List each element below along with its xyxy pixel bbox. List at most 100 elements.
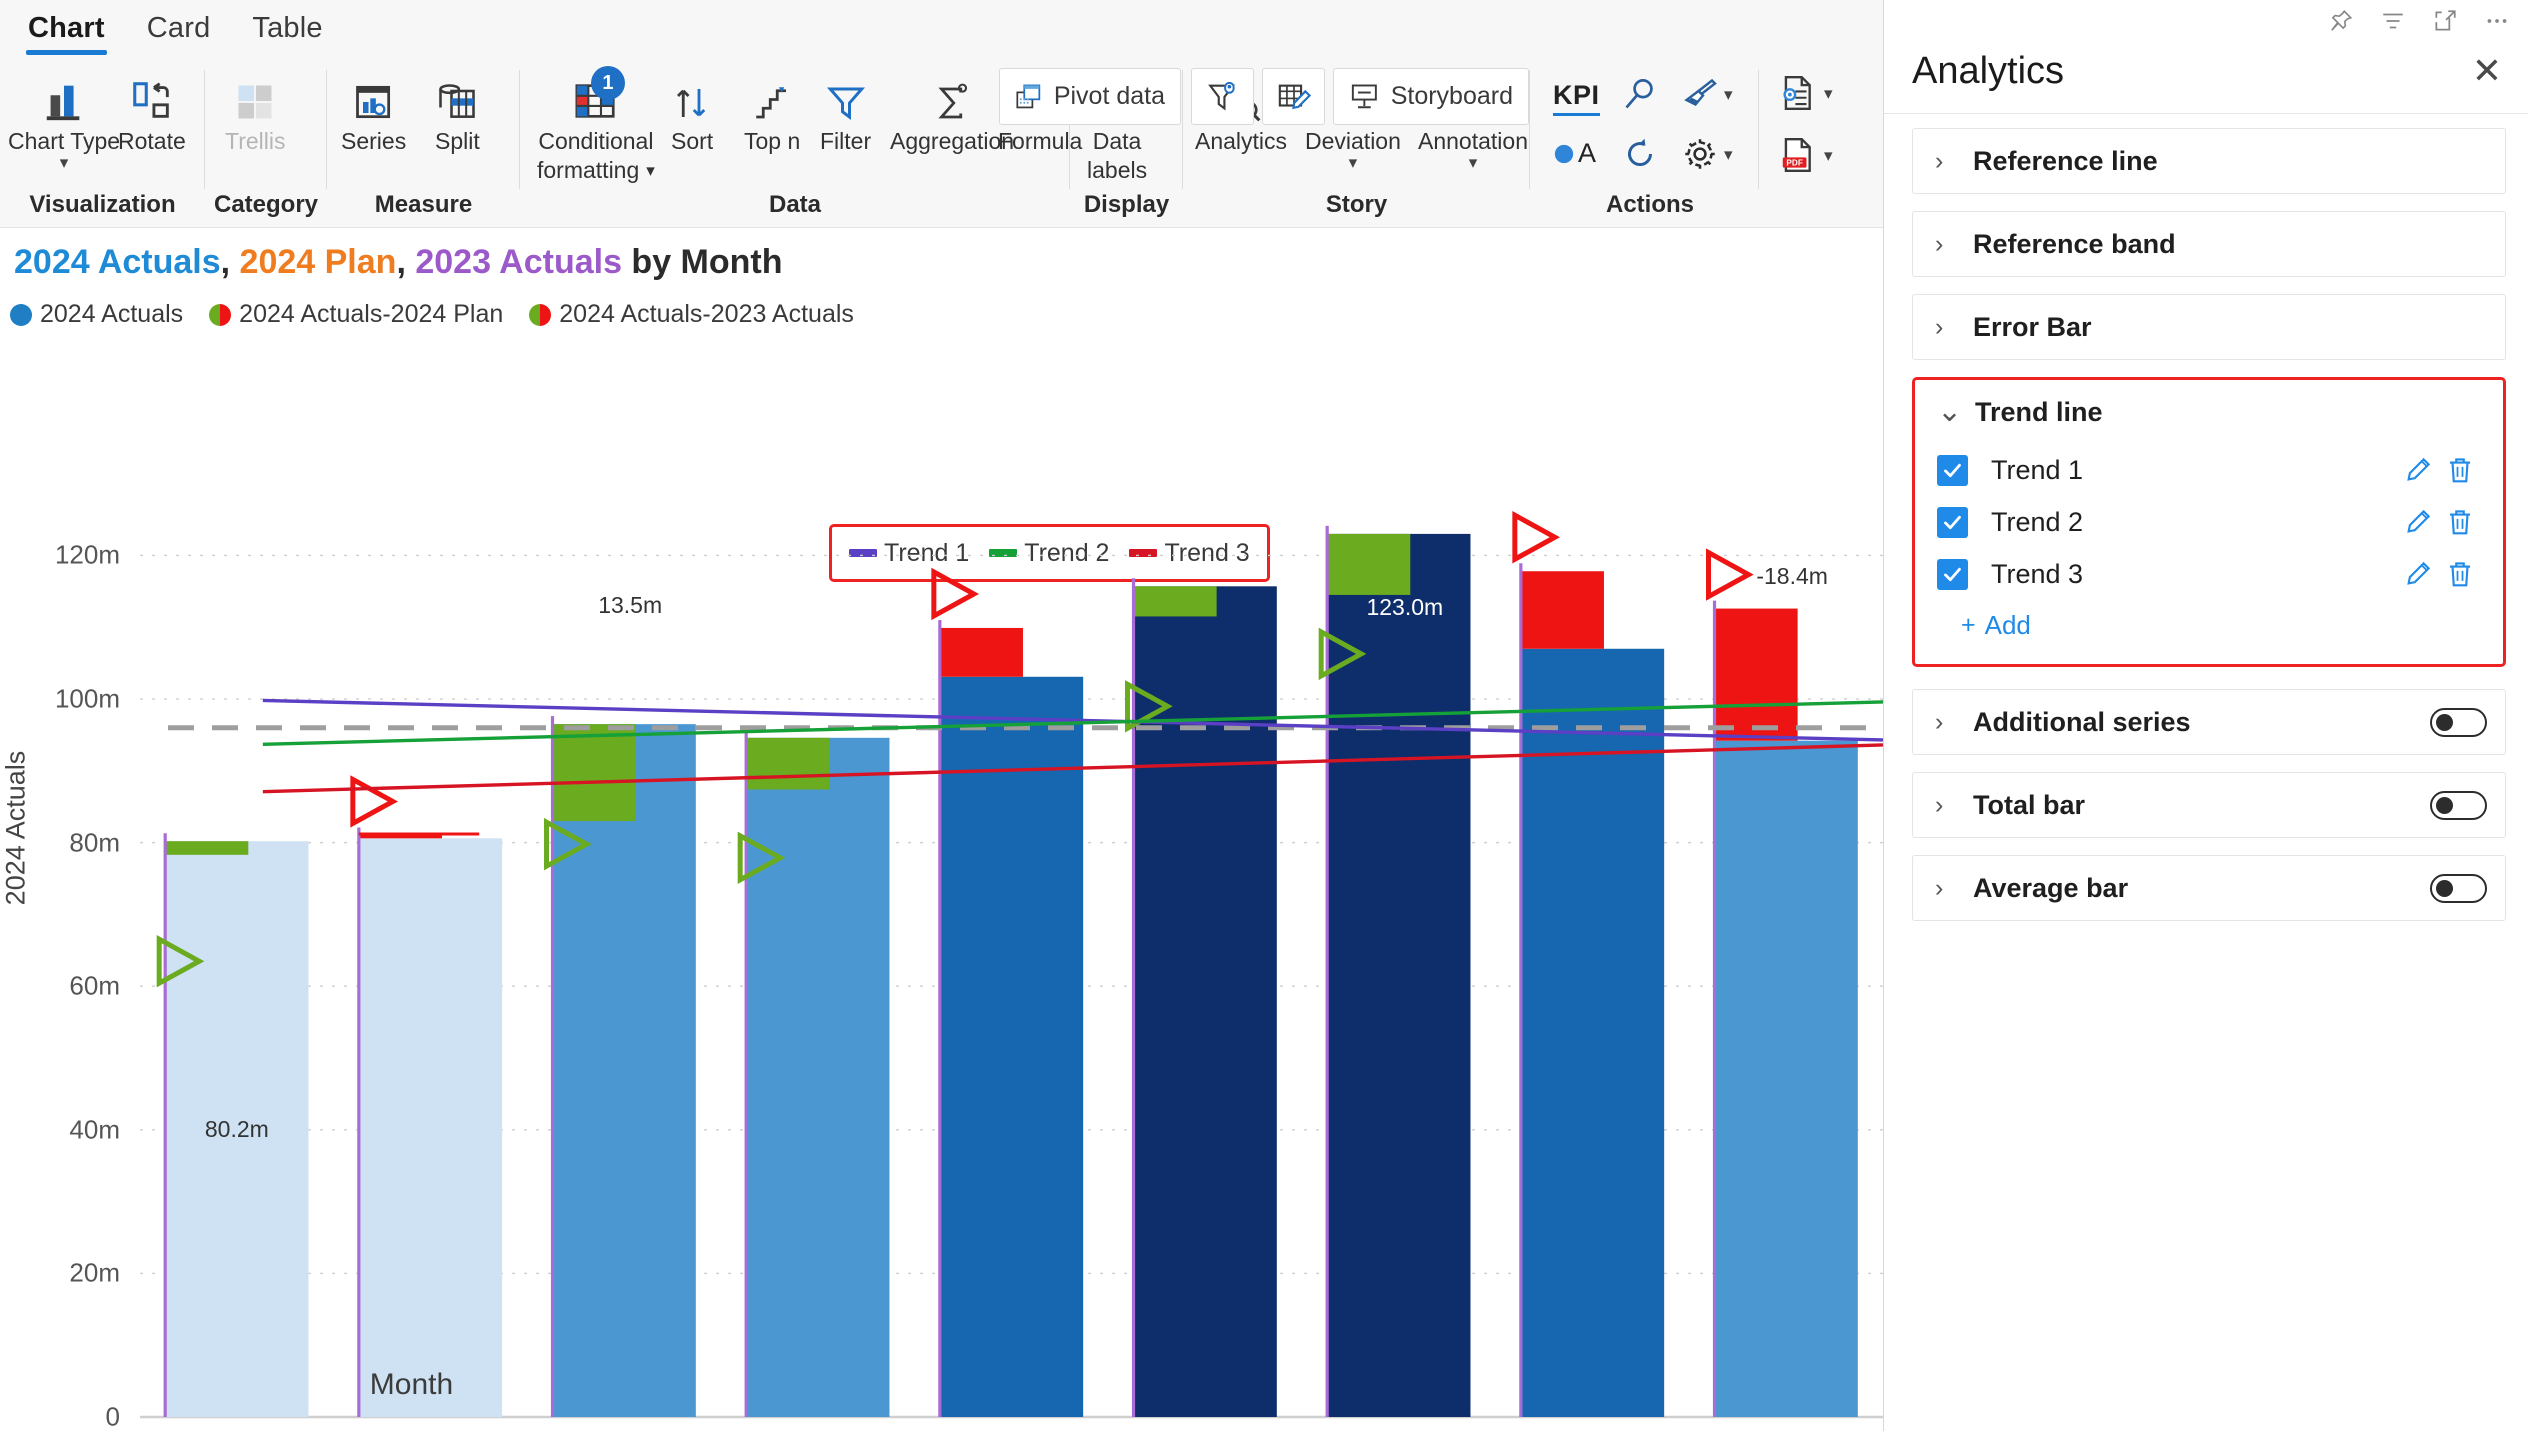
section-total-bar-header[interactable]: › Total bar — [1913, 773, 2505, 837]
trellis-icon — [233, 70, 277, 124]
sort-label: Sort — [671, 128, 714, 154]
split-button[interactable]: Split — [435, 70, 480, 153]
average-bar-toggle[interactable] — [2430, 873, 2487, 903]
legend-item-var-prev[interactable]: 2024 Actuals-2023 Actuals — [529, 300, 854, 329]
trend-legend-item-1[interactable]: Trend 1 — [849, 539, 969, 568]
autofont-button[interactable]: A — [1553, 138, 1596, 169]
trend-item-row[interactable]: Trend 3 — [1915, 548, 2503, 600]
chevron-down-icon[interactable]: ▾ — [1724, 146, 1733, 163]
section-trend-line[interactable]: ⌄ Trend line Trend 1 Trend 2 Trend 3 + A… — [1912, 377, 2506, 667]
chevron-right-icon: › — [1935, 229, 1944, 258]
close-icon[interactable]: ✕ — [2472, 53, 2502, 89]
legend-marker-half-circle-icon — [209, 303, 232, 326]
section-total-bar[interactable]: › Total bar — [1912, 772, 2506, 838]
group-label-data: Data — [768, 191, 822, 218]
chevron-down-icon[interactable]: ▾ — [1349, 154, 1358, 171]
chart-type-button[interactable]: Chart Type ▾ — [8, 70, 120, 171]
ribbon-group-actions: KPI ▾ A ▾ ▾ PDF ▾ Actions — [1530, 62, 1833, 227]
section-error-bar-header[interactable]: › Error Bar — [1913, 295, 2505, 359]
data-label: 80.2m — [204, 1116, 269, 1143]
magnifier-button[interactable] — [1622, 76, 1658, 112]
top-n-button[interactable]: Top n — [744, 70, 800, 153]
more-options-icon[interactable] — [2484, 8, 2510, 39]
section-average-bar[interactable]: › Average bar — [1912, 855, 2506, 921]
chevron-down-icon[interactable]: ▾ — [1469, 154, 1478, 171]
conditional-formatting-button[interactable]: 1 Conditional formatting ▾ — [537, 66, 655, 183]
tab-table[interactable]: Table — [250, 8, 324, 55]
document-settings-button[interactable]: ▾ — [1778, 74, 1833, 112]
rotate-button[interactable]: Rotate — [118, 70, 186, 153]
chart-title-suffix: by Month — [621, 243, 783, 281]
trend-2-edit-button[interactable] — [2397, 507, 2439, 537]
legend-item-actuals[interactable]: 2024 Actuals — [10, 300, 183, 329]
section-title: Average bar — [1973, 872, 2129, 903]
y-axis-tick: 100m — [54, 683, 120, 714]
x-axis-title-text: Month — [369, 1368, 454, 1401]
filter-button[interactable]: Filter — [820, 70, 871, 153]
chevron-down-icon[interactable]: ▾ — [1824, 85, 1833, 102]
chevron-right-icon: › — [1935, 146, 1944, 175]
section-additional-series[interactable]: › Additional series — [1912, 689, 2506, 755]
settings-button[interactable]: ▾ — [1682, 136, 1733, 172]
series-button[interactable]: Series — [341, 70, 406, 153]
series-icon — [352, 70, 396, 124]
group-label-actions: Actions — [1605, 191, 1694, 218]
trend-3-edit-button[interactable] — [2397, 559, 2439, 589]
total-bar-toggle[interactable] — [2430, 790, 2487, 820]
trend-2-delete-button[interactable] — [2439, 507, 2481, 537]
trend-1-delete-button[interactable] — [2439, 455, 2481, 485]
legend-item-var-plan[interactable]: 2024 Actuals-2024 Plan — [209, 300, 503, 329]
section-trend-line-header[interactable]: ⌄ Trend line — [1915, 380, 2503, 444]
trend-3-checkbox[interactable] — [1937, 558, 1968, 590]
trend-2-checkbox[interactable] — [1937, 506, 1968, 538]
pin-icon[interactable] — [2328, 8, 2354, 39]
trash-icon — [2450, 562, 2470, 587]
section-reference-band-header[interactable]: › Reference band — [1913, 212, 2505, 276]
trend-legend-label: Trend 1 — [884, 538, 970, 567]
section-additional-series-header[interactable]: › Additional series — [1913, 690, 2505, 754]
trend-3-delete-button[interactable] — [2439, 559, 2481, 589]
section-average-bar-header[interactable]: › Average bar — [1913, 856, 2505, 920]
section-reference-line[interactable]: › Reference line — [1912, 128, 2506, 194]
trend-1-edit-button[interactable] — [2397, 455, 2439, 485]
edit-table-button[interactable] — [1262, 68, 1325, 125]
export-pdf-button[interactable]: PDF ▾ — [1778, 136, 1833, 174]
pivot-data-label: Pivot data — [1053, 82, 1165, 110]
chart-title-sep-1: , — [220, 243, 240, 281]
check-icon — [1944, 515, 1961, 529]
conditional-formatting-label: Conditional — [538, 128, 654, 154]
sort-button[interactable]: Sort — [671, 70, 713, 153]
chevron-down-icon[interactable]: ▾ — [1824, 147, 1833, 164]
section-reference-line-header[interactable]: › Reference line — [1913, 129, 2505, 193]
group-label-category: Category — [213, 191, 319, 218]
trend-legend-item-2[interactable]: Trend 2 — [989, 539, 1109, 568]
expand-icon[interactable] — [2432, 8, 2458, 39]
additional-series-toggle[interactable] — [2430, 707, 2487, 737]
trend-legend-item-3[interactable]: Trend 3 — [1129, 539, 1250, 568]
filter-lines-icon[interactable] — [2380, 8, 2406, 39]
kpi-button[interactable]: KPI — [1553, 80, 1600, 116]
refresh-button[interactable] — [1622, 136, 1658, 172]
storyboard-button[interactable]: Storyboard — [1333, 68, 1529, 125]
aggregation-button[interactable]: Aggregation — [890, 70, 1014, 153]
legend-marker-circle-icon — [10, 303, 32, 326]
split-label: Split — [435, 128, 480, 154]
trend-1-checkbox[interactable] — [1937, 454, 1968, 486]
add-trend-line-button[interactable]: + Add — [1915, 600, 2503, 650]
storyboard-label: Storyboard — [1390, 82, 1513, 110]
filter-data-button[interactable] — [1191, 68, 1254, 125]
pivot-data-button[interactable]: Pivot data — [999, 68, 1181, 125]
chart-type-label: Chart Type — [8, 128, 121, 154]
tab-chart[interactable]: Chart — [26, 8, 107, 55]
trend-item-row[interactable]: Trend 2 — [1915, 496, 2503, 548]
chevron-down-icon[interactable]: ▾ — [60, 154, 69, 171]
section-reference-band[interactable]: › Reference band — [1912, 211, 2506, 277]
tab-card[interactable]: Card — [145, 8, 213, 55]
chevron-down-icon[interactable]: ▾ — [646, 161, 655, 180]
format-painter-button[interactable]: ▾ — [1682, 76, 1733, 112]
chevron-down-icon[interactable]: ▾ — [1724, 86, 1733, 103]
trend-item-row[interactable]: Trend 1 — [1915, 444, 2503, 496]
panel-sections: › Reference line › Reference band › Erro… — [1912, 128, 2506, 938]
trellis-button[interactable]: Trellis — [225, 70, 285, 153]
section-error-bar[interactable]: › Error Bar — [1912, 294, 2506, 360]
